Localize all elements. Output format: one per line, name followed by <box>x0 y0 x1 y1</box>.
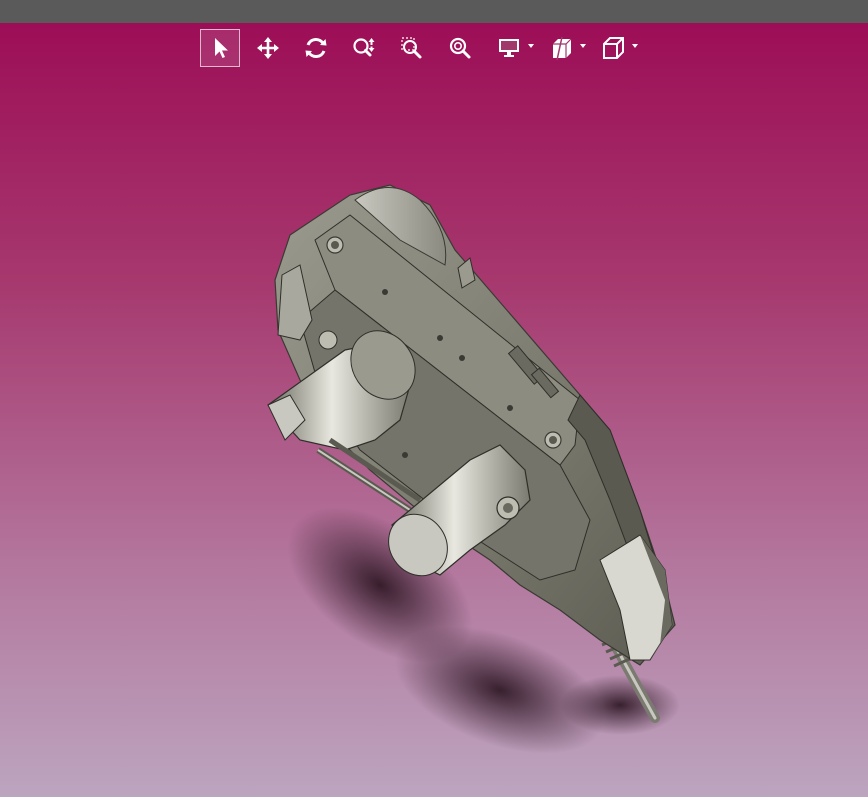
cad-viewer-window <box>0 0 868 797</box>
title-bar <box>0 0 868 23</box>
3d-viewport[interactable] <box>0 23 868 797</box>
cad-model-render <box>267 184 680 754</box>
